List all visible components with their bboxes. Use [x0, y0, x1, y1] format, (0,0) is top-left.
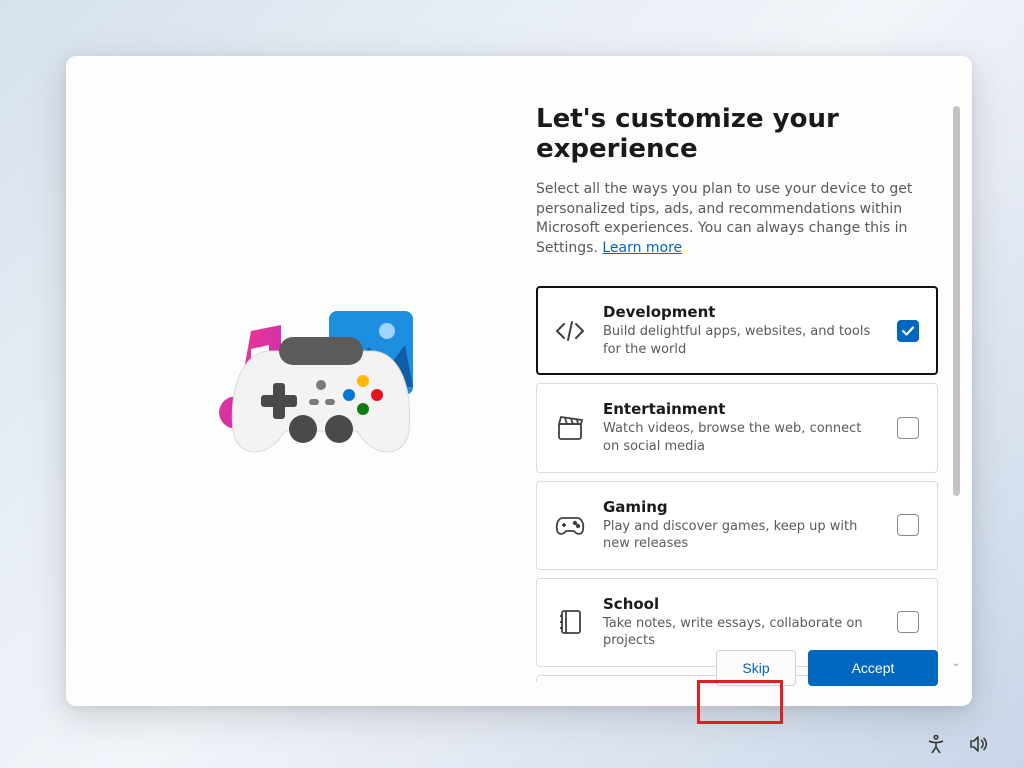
system-tray [926, 734, 988, 754]
scroll-down-arrow[interactable]: ⌄ [950, 658, 962, 670]
option-desc: Take notes, write essays, collaborate on… [603, 615, 879, 650]
page-subtitle: Select all the ways you plan to use your… [536, 180, 938, 258]
notebook-icon [555, 607, 585, 637]
option-title: Entertainment [603, 400, 879, 418]
page-title: Let's customize your experience [536, 104, 938, 164]
button-row: Skip Accept [716, 650, 938, 686]
option-title: School [603, 595, 879, 613]
gamepad-icon [555, 510, 585, 540]
checkbox[interactable] [897, 320, 919, 342]
usage-illustration [151, 291, 451, 471]
option-desc: Build delightful apps, websites, and too… [603, 323, 879, 358]
option-development[interactable]: Development Build delightful apps, websi… [536, 286, 938, 375]
accessibility-icon[interactable] [926, 734, 946, 754]
option-desc: Play and discover games, keep up with ne… [603, 518, 879, 553]
option-title: Development [603, 303, 879, 321]
clapperboard-icon [555, 413, 585, 443]
option-entertainment[interactable]: Entertainment Watch videos, browse the w… [536, 383, 938, 472]
oobe-panel: Let's customize your experience Select a… [66, 56, 972, 706]
option-desc: Watch videos, browse the web, connect on… [603, 420, 879, 455]
skip-button[interactable]: Skip [716, 650, 796, 686]
option-title: Gaming [603, 498, 879, 516]
option-gaming[interactable]: Gaming Play and discover games, keep up … [536, 481, 938, 570]
illustration-pane [66, 56, 536, 706]
checkbox[interactable] [897, 611, 919, 633]
content-pane: Let's customize your experience Select a… [536, 56, 972, 706]
scroll-area: Let's customize your experience Select a… [536, 104, 972, 682]
code-icon [555, 316, 585, 346]
accept-button[interactable]: Accept [808, 650, 938, 686]
volume-icon[interactable] [968, 734, 988, 754]
checkbox[interactable] [897, 417, 919, 439]
checkbox[interactable] [897, 514, 919, 536]
option-list: Development Build delightful apps, websi… [536, 286, 938, 682]
learn-more-link[interactable]: Learn more [602, 240, 682, 256]
scrollbar-thumb[interactable] [953, 106, 960, 496]
